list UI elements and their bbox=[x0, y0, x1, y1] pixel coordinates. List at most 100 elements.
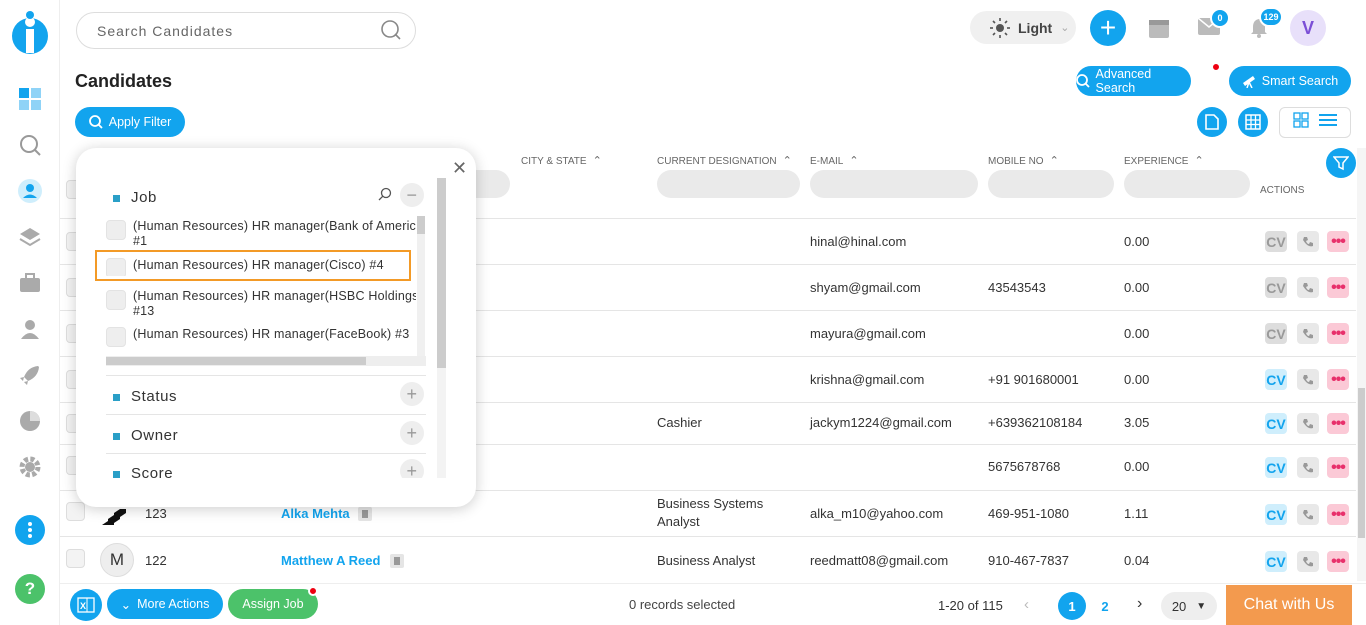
filter-popup-scrollbar[interactable] bbox=[437, 178, 446, 478]
cv-button[interactable]: CV bbox=[1265, 277, 1287, 298]
next-page-icon[interactable]: › bbox=[1137, 595, 1142, 613]
scrollbar-thumb[interactable] bbox=[1358, 388, 1365, 538]
expand-plus-icon[interactable]: + bbox=[400, 421, 424, 445]
row-checkbox[interactable] bbox=[66, 502, 85, 521]
phone-icon[interactable] bbox=[1297, 504, 1319, 525]
more-actions-icon[interactable]: ••• bbox=[1327, 277, 1349, 298]
grid-view-icon[interactable] bbox=[1293, 112, 1309, 133]
candidate-name-link[interactable]: Alka Mehta bbox=[281, 505, 350, 523]
chat-with-us-button[interactable]: Chat with Us bbox=[1226, 585, 1352, 625]
job-list-horizontal-scrollbar[interactable] bbox=[106, 356, 426, 366]
reports-pie-icon[interactable] bbox=[16, 407, 44, 435]
more-actions-icon[interactable]: ••• bbox=[1327, 231, 1349, 252]
page-size-select[interactable]: 20 ▼ bbox=[1161, 592, 1217, 620]
page-2-button[interactable]: 2 bbox=[1091, 592, 1119, 620]
user-avatar[interactable]: V bbox=[1290, 10, 1326, 46]
excel-export-button[interactable]: X bbox=[70, 589, 102, 621]
job-checkbox[interactable] bbox=[106, 220, 126, 240]
copy-icon[interactable] bbox=[358, 507, 372, 524]
cv-button[interactable]: CV bbox=[1265, 369, 1287, 390]
rocket-icon[interactable] bbox=[16, 361, 44, 389]
phone-icon[interactable] bbox=[1297, 277, 1319, 298]
experience-filter-box[interactable] bbox=[1124, 170, 1250, 198]
more-actions-button[interactable]: ⌄ More Actions bbox=[107, 589, 223, 619]
settings-gear-icon[interactable] bbox=[16, 453, 44, 481]
add-new-button[interactable]: + bbox=[1090, 10, 1126, 46]
phone-icon[interactable] bbox=[1297, 369, 1319, 390]
more-actions-icon[interactable]: ••• bbox=[1327, 457, 1349, 478]
job-checkbox[interactable] bbox=[106, 290, 126, 310]
scrollbar-thumb[interactable] bbox=[417, 216, 425, 234]
grid-export-button[interactable] bbox=[1238, 107, 1268, 137]
column-header-mobile[interactable]: MOBILE NO ⌃ bbox=[988, 154, 1059, 167]
candidates-icon[interactable] bbox=[16, 177, 44, 205]
cv-button[interactable]: CV bbox=[1265, 551, 1287, 572]
job-checkbox[interactable] bbox=[106, 258, 126, 276]
prev-page-icon[interactable]: ‹ bbox=[1024, 596, 1029, 613]
page-1-button[interactable]: 1 bbox=[1058, 592, 1086, 620]
search-icon[interactable] bbox=[378, 187, 392, 205]
recruiter-icon[interactable] bbox=[16, 315, 44, 343]
scrollbar-thumb[interactable] bbox=[437, 178, 446, 368]
advanced-search-button[interactable]: Advanced Search bbox=[1076, 66, 1191, 96]
apply-filter-button[interactable]: Apply Filter bbox=[75, 107, 185, 137]
mobile-filter-box[interactable] bbox=[988, 170, 1114, 198]
experience-cell: 3.05 bbox=[1124, 415, 1150, 430]
row-checkbox[interactable] bbox=[66, 549, 85, 568]
help-icon[interactable]: ? bbox=[15, 574, 45, 604]
designation-filter-box[interactable] bbox=[657, 170, 800, 198]
more-menu-icon[interactable] bbox=[15, 515, 45, 545]
export-document-button[interactable] bbox=[1197, 107, 1227, 137]
assign-job-button[interactable]: Assign Job bbox=[228, 589, 318, 619]
table-row[interactable]: M 122 Matthew A Reed Business Analyst re… bbox=[60, 536, 1356, 582]
dashboard-icon[interactable] bbox=[16, 85, 44, 113]
expand-plus-icon[interactable]: + bbox=[400, 382, 424, 406]
column-header-email[interactable]: E-MAIL ⌃ bbox=[810, 154, 859, 167]
page-scrollbar[interactable] bbox=[1357, 148, 1366, 581]
column-header-designation[interactable]: CURRENT DESIGNATION ⌃ bbox=[657, 154, 792, 167]
column-header-city-state[interactable]: CITY & STATE ⌃ bbox=[521, 154, 602, 167]
job-checkbox[interactable] bbox=[106, 327, 126, 347]
email-filter-box[interactable] bbox=[810, 170, 978, 198]
briefcase-icon[interactable] bbox=[16, 269, 44, 297]
expand-plus-icon[interactable]: + bbox=[400, 459, 424, 478]
collapse-minus-icon[interactable]: − bbox=[400, 183, 424, 207]
search-icon[interactable] bbox=[16, 131, 44, 159]
job-option[interactable]: (Human Resources) HR manager(Bank of Ame… bbox=[106, 218, 416, 250]
scrollbar-thumb[interactable] bbox=[106, 357, 366, 365]
theme-toggle[interactable]: Light ⌄ bbox=[970, 11, 1076, 44]
layers-icon[interactable] bbox=[16, 223, 44, 251]
phone-icon[interactable] bbox=[1297, 551, 1319, 572]
cv-button[interactable]: CV bbox=[1265, 231, 1287, 252]
search-input[interactable] bbox=[76, 12, 416, 49]
more-actions-icon[interactable]: ••• bbox=[1327, 551, 1349, 572]
more-actions-icon[interactable]: ••• bbox=[1327, 369, 1349, 390]
app-logo[interactable] bbox=[10, 10, 50, 54]
job-option[interactable]: (Human Resources) HR manager(FaceBook) #… bbox=[106, 325, 416, 347]
more-actions-icon[interactable]: ••• bbox=[1327, 504, 1349, 525]
smart-search-button[interactable]: Smart Search bbox=[1229, 66, 1351, 96]
phone-icon[interactable] bbox=[1297, 413, 1319, 434]
more-actions-icon[interactable]: ••• bbox=[1327, 413, 1349, 434]
column-filter-button[interactable] bbox=[1326, 148, 1356, 178]
phone-icon[interactable] bbox=[1297, 323, 1319, 344]
list-view-icon[interactable] bbox=[1319, 113, 1337, 132]
cv-button[interactable]: CV bbox=[1265, 323, 1287, 344]
job-list-scrollbar[interactable] bbox=[417, 216, 425, 356]
column-header-experience[interactable]: EXPERIENCE ⌃ bbox=[1124, 154, 1204, 167]
cv-button[interactable]: CV bbox=[1265, 504, 1287, 525]
phone-icon[interactable] bbox=[1297, 231, 1319, 252]
more-actions-icon[interactable]: ••• bbox=[1327, 323, 1349, 344]
job-option[interactable]: (Human Resources) HR manager(Cisco) #4 bbox=[106, 256, 416, 276]
job-option[interactable]: (Human Resources) HR manager(HSBC Holdin… bbox=[106, 288, 416, 320]
cv-button[interactable]: CV bbox=[1265, 457, 1287, 478]
copy-icon[interactable] bbox=[390, 554, 404, 571]
calendar-icon[interactable] bbox=[1148, 17, 1170, 44]
email-cell: mayura@gmail.com bbox=[810, 326, 926, 341]
close-icon[interactable]: ✕ bbox=[452, 158, 467, 179]
candidate-name-link[interactable]: Matthew A Reed bbox=[281, 552, 380, 570]
search-icon[interactable] bbox=[380, 19, 402, 46]
designation-cell: Cashier bbox=[657, 415, 702, 430]
cv-button[interactable]: CV bbox=[1265, 413, 1287, 434]
phone-icon[interactable] bbox=[1297, 457, 1319, 478]
